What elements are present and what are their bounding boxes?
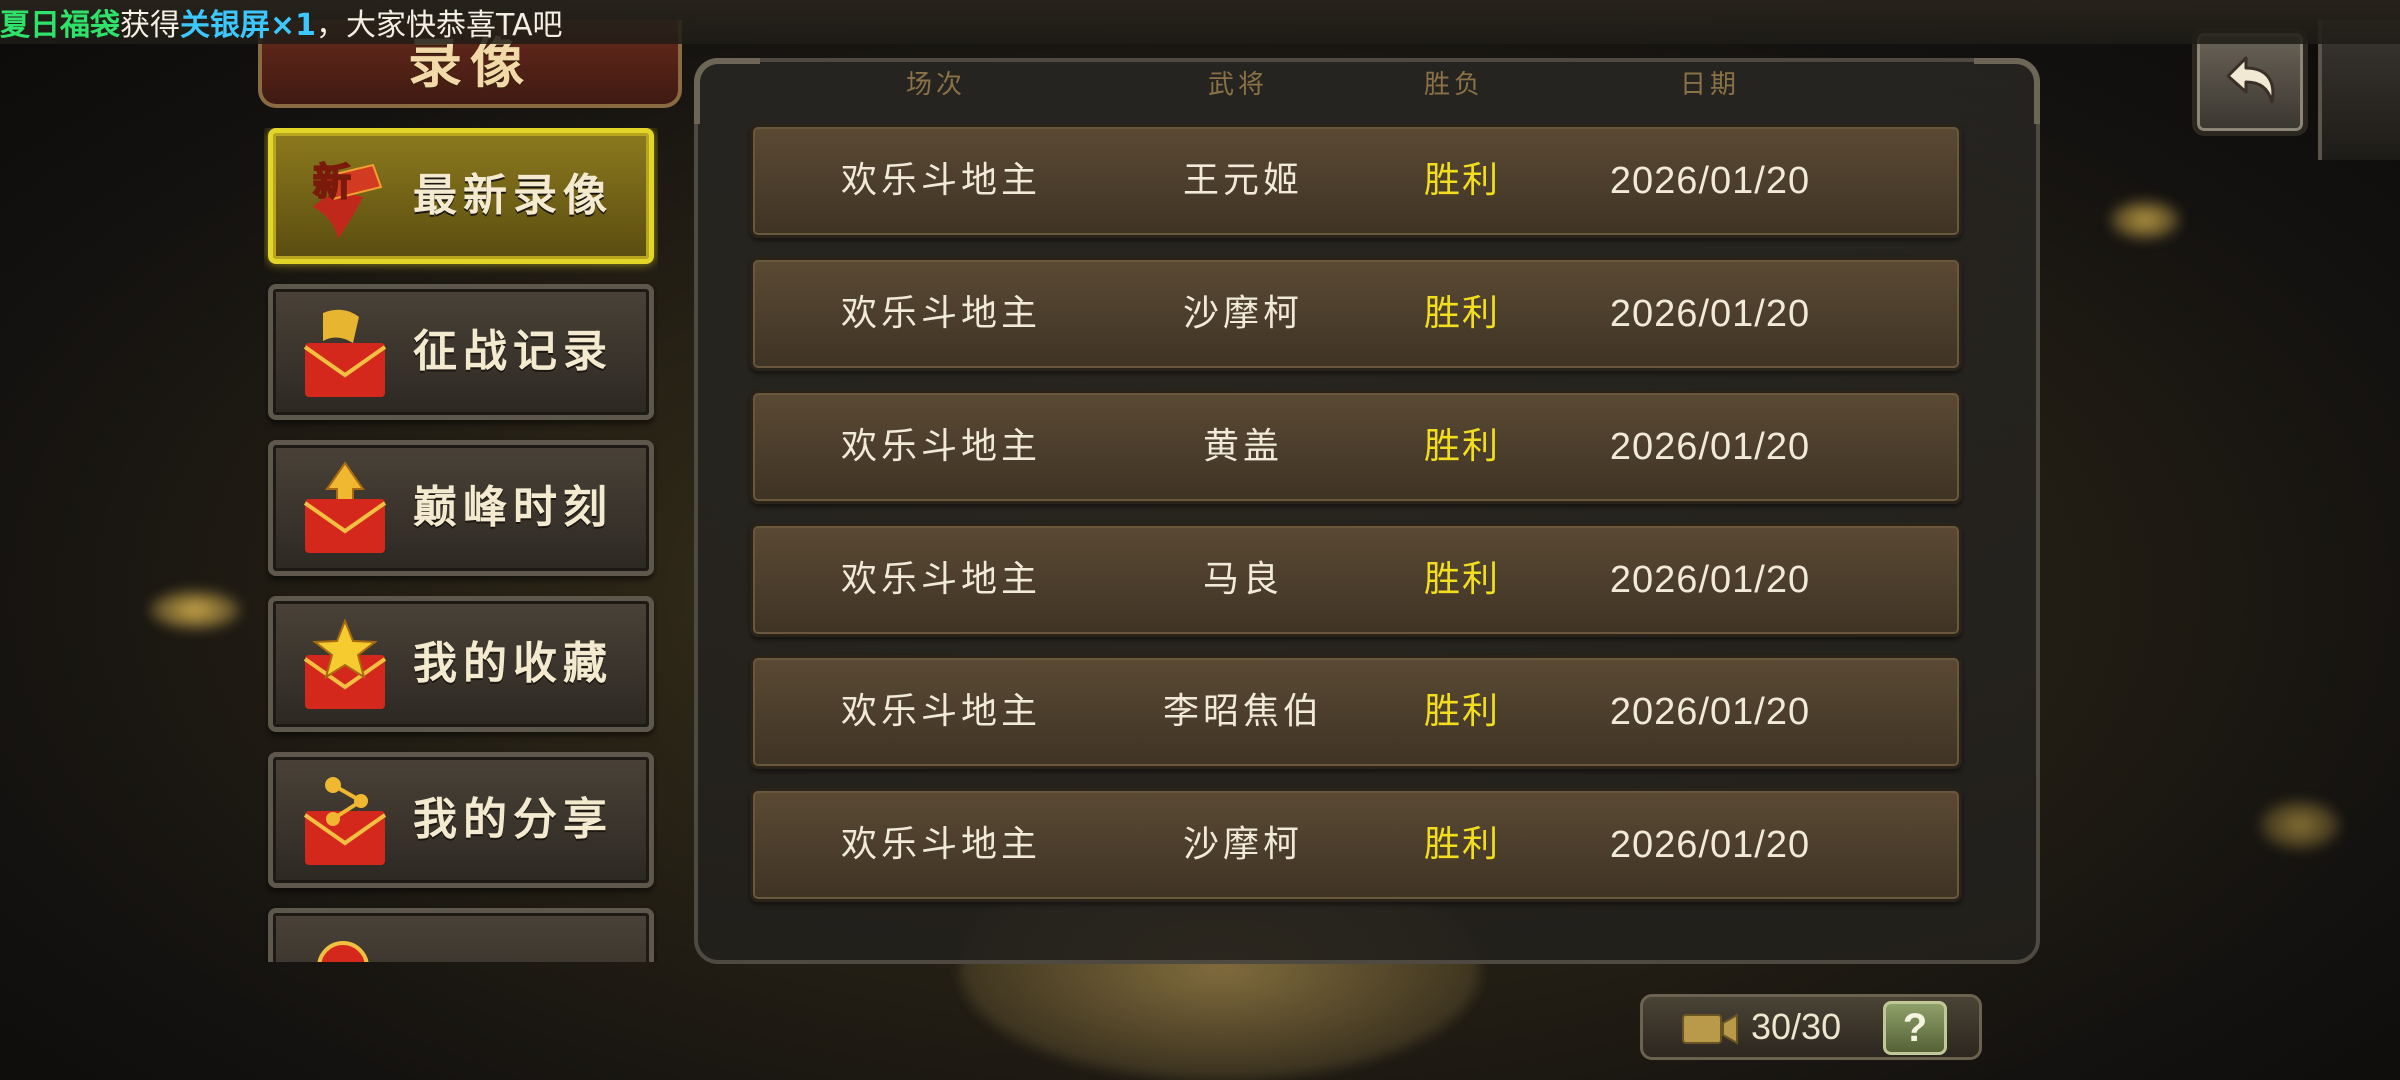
menu-item-label: 最新录像 — [413, 170, 613, 221]
replay-row[interactable]: 欢乐斗地主 李昭焦伯 胜利 2026/01/20 — [750, 655, 1962, 769]
row-mode: 欢乐斗地主 — [840, 293, 1041, 334]
row-date: 2026/01/20 — [1609, 293, 1811, 335]
menu-item-battle-records[interactable]: 征战记录 — [268, 284, 654, 420]
red-envelope-arrow-icon — [303, 461, 387, 553]
row-result: 胜利 — [1423, 824, 1500, 865]
row-general: 沙摩柯 — [1182, 824, 1303, 865]
menu-item-label: 征战记录 — [413, 326, 613, 377]
red-envelope-star-icon — [303, 618, 387, 709]
row-date: 2026/01/20 — [1609, 824, 1811, 866]
side-menu: 新 最新录像 征战记录 巅峰时刻 我的收藏 我的分享 — [264, 128, 658, 962]
banner-reward: 关银屏×1 — [180, 8, 317, 43]
replay-count: 30/30 — [1751, 1006, 1842, 1047]
row-general: 黄盖 — [1202, 426, 1283, 467]
row-mode: 欢乐斗地主 — [840, 160, 1041, 201]
red-envelope-icon — [317, 941, 369, 962]
row-general: 马良 — [1202, 559, 1283, 600]
menu-item-my-shares[interactable]: 我的分享 — [268, 752, 654, 888]
row-result: 胜利 — [1423, 293, 1500, 334]
menu-item-latest-replays[interactable]: 新 最新录像 — [268, 128, 654, 264]
row-result: 胜利 — [1423, 691, 1500, 732]
row-mode: 欢乐斗地主 — [840, 426, 1041, 467]
row-date: 2026/01/20 — [1609, 559, 1811, 601]
banner-event-name: 夏日福袋 — [0, 8, 120, 43]
page-title: 录像 — [408, 31, 532, 95]
row-result: 胜利 — [1423, 559, 1500, 600]
row-mode: 欢乐斗地主 — [840, 691, 1041, 732]
back-button[interactable] — [2192, 28, 2308, 136]
row-general: 王元姬 — [1182, 160, 1303, 201]
replay-row[interactable]: 欢乐斗地主 沙摩柯 胜利 2026/01/20 — [750, 257, 1962, 371]
row-general: 沙摩柯 — [1182, 293, 1303, 334]
new-badge-icon: 新 — [312, 158, 383, 239]
menu-item-peak-moments[interactable]: 巅峰时刻 — [268, 440, 654, 576]
row-date: 2026/01/20 — [1609, 160, 1811, 202]
row-general: 李昭焦伯 — [1162, 691, 1323, 732]
menu-item-more[interactable] — [268, 908, 654, 962]
red-envelope-share-icon — [303, 777, 387, 865]
menu-item-my-favorites[interactable]: 我的收藏 — [268, 596, 654, 732]
column-header-mode: 场次 — [906, 70, 967, 100]
column-header-date: 日期 — [1680, 70, 1741, 100]
row-result: 胜利 — [1423, 426, 1500, 467]
column-header-result: 胜负 — [1424, 70, 1485, 100]
background-spark — [2260, 800, 2340, 850]
replay-row[interactable]: 欢乐斗地主 马良 胜利 2026/01/20 — [750, 523, 1962, 637]
row-result: 胜利 — [1423, 160, 1500, 201]
replay-row[interactable]: 欢乐斗地主 黄盖 胜利 2026/01/20 — [750, 390, 1962, 504]
video-camera-icon — [1682, 1013, 1738, 1045]
help-button[interactable]: ? — [1883, 1001, 1947, 1055]
column-header-general: 武将 — [1208, 70, 1269, 100]
menu-item-label: 我的分享 — [413, 794, 613, 845]
replay-count-bar: 30/30 ? — [1640, 994, 1982, 1060]
banner-text-tail: ，大家快恭喜TA吧 — [316, 8, 563, 43]
svg-text:新: 新 — [313, 159, 351, 204]
row-date: 2026/01/20 — [1609, 691, 1811, 733]
replay-row[interactable]: 欢乐斗地主 王元姬 胜利 2026/01/20 — [750, 124, 1962, 238]
menu-item-label: 巅峰时刻 — [413, 482, 613, 533]
row-mode: 欢乐斗地主 — [840, 559, 1041, 600]
red-envelope-flag-icon — [303, 309, 387, 397]
replay-row[interactable]: 欢乐斗地主 沙摩柯 胜利 2026/01/20 — [750, 788, 1962, 902]
background-spark — [150, 590, 240, 630]
menu-item-label: 我的收藏 — [413, 638, 613, 689]
banner-text: 获得 — [120, 8, 180, 43]
return-arrow-icon — [2226, 56, 2275, 104]
row-mode: 欢乐斗地主 — [840, 824, 1041, 865]
row-date: 2026/01/20 — [1609, 426, 1811, 468]
background-spark — [2110, 200, 2180, 240]
announcement-banner: 夏日福袋 获得 关银屏×1 ，大家快恭喜TA吧 — [0, 0, 2400, 44]
